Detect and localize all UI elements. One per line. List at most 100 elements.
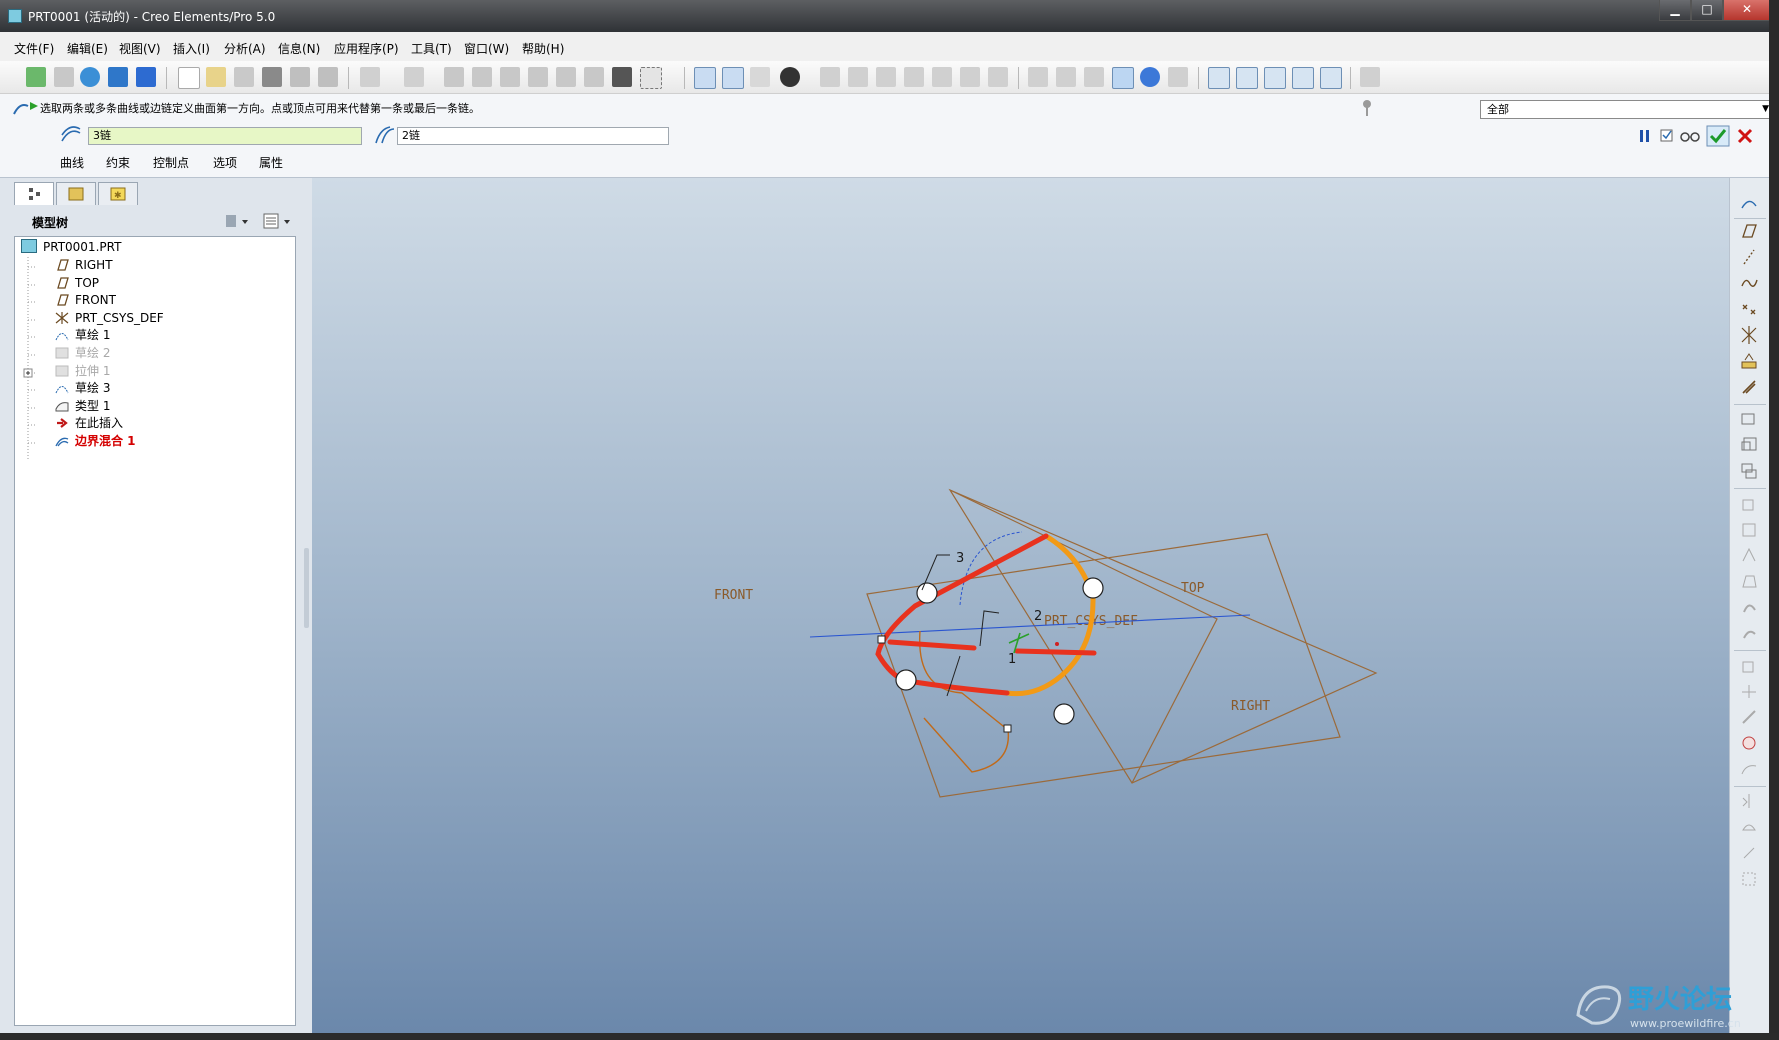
menu-info[interactable]: 信息(N) — [278, 40, 320, 57]
no-hidden-icon[interactable] — [1084, 67, 1104, 87]
model-display-icon[interactable] — [1168, 67, 1188, 87]
first-direction-chains-field[interactable]: 3链 — [88, 127, 362, 145]
round-tool-icon[interactable] — [1740, 624, 1758, 642]
tree-item-type-1[interactable]: 类型 1 — [55, 397, 110, 415]
analysis-tool-icon[interactable] — [1740, 352, 1758, 370]
handle-2[interactable] — [1082, 577, 1104, 599]
merge-tool-icon[interactable] — [1740, 818, 1758, 836]
chain-end-point-1[interactable] — [877, 635, 886, 644]
redo-icon[interactable] — [404, 67, 424, 87]
spin-center-icon[interactable] — [722, 67, 744, 89]
saved-views-icon[interactable] — [932, 67, 952, 87]
tree-item-front[interactable]: FRONT — [55, 291, 116, 309]
copy-icon[interactable] — [472, 67, 492, 87]
csys-toggle-icon[interactable] — [1292, 67, 1314, 89]
group-tool-icon[interactable] — [1740, 462, 1758, 480]
annotation-toggle-icon[interactable] — [1320, 67, 1342, 89]
datum-plane-toggle-icon[interactable] — [1208, 67, 1230, 89]
email-link-icon[interactable] — [318, 67, 338, 87]
curve-tool-icon[interactable] — [1740, 274, 1758, 292]
orient-mode-icon[interactable] — [750, 67, 770, 87]
pause-icon[interactable] — [1637, 128, 1653, 144]
cut-icon[interactable] — [444, 67, 464, 87]
layers-icon[interactable] — [960, 67, 980, 87]
tab-properties[interactable]: 属性 — [259, 154, 283, 171]
menu-analysis[interactable]: 分析(A) — [224, 40, 266, 57]
second-direction-chains-field[interactable]: 2链 — [397, 127, 669, 145]
draft-tool-icon[interactable] — [1740, 656, 1758, 674]
extrude-tool-icon[interactable] — [1740, 494, 1758, 512]
tab-control-points[interactable]: 控制点 — [153, 154, 189, 171]
appearance-icon[interactable] — [780, 67, 800, 87]
undo-icon[interactable] — [360, 67, 380, 87]
copy-tool-icon[interactable] — [1740, 410, 1758, 428]
shell-tool-icon[interactable] — [1740, 708, 1758, 726]
regen-manager-icon[interactable] — [584, 67, 604, 87]
wireframe-icon[interactable] — [1028, 67, 1048, 87]
view-manager-icon[interactable] — [988, 67, 1008, 87]
panel-splitter[interactable] — [302, 178, 312, 1033]
datum-axis-toggle-icon[interactable] — [1236, 67, 1258, 89]
csys-tool-icon[interactable] — [1740, 326, 1758, 344]
regenerate-icon[interactable] — [556, 67, 576, 87]
minimize-button[interactable]: ▁ — [1659, 0, 1691, 21]
sweep-tool-icon[interactable] — [1740, 546, 1758, 564]
show-menu-icon[interactable] — [260, 212, 294, 230]
maximize-button[interactable]: □ — [1691, 0, 1723, 21]
find-icon[interactable] — [612, 67, 632, 87]
tab-options[interactable]: 选项 — [213, 154, 237, 171]
zoom-in-icon[interactable] — [820, 67, 840, 87]
point-tool-icon[interactable] — [1740, 300, 1758, 318]
menu-edit[interactable]: 编辑(E) — [67, 40, 108, 57]
refit-icon[interactable] — [876, 67, 896, 87]
axis-tool-icon[interactable] — [1740, 248, 1758, 266]
menu-tools[interactable]: 工具(T) — [411, 40, 452, 57]
swept-blend-tool-icon[interactable] — [1740, 572, 1758, 590]
handle-4[interactable] — [1053, 703, 1075, 725]
tree-item-sketch-2[interactable]: 草绘 2 — [55, 344, 110, 362]
close-button[interactable]: ✕ — [1723, 0, 1771, 21]
plane-tool-icon[interactable] — [1740, 222, 1758, 240]
tree-item-right[interactable]: RIGHT — [55, 256, 113, 274]
rib-tool-icon[interactable] — [1740, 682, 1758, 700]
tab-model-tree[interactable] — [14, 182, 54, 205]
tree-item-sketch-1[interactable]: 草绘 1 — [55, 326, 110, 344]
context-help-icon[interactable] — [1360, 67, 1380, 87]
repaint-icon[interactable] — [694, 67, 716, 89]
menu-applications[interactable]: 应用程序(P) — [334, 40, 399, 57]
email-icon[interactable] — [290, 67, 310, 87]
sketch-tool-icon[interactable] — [1740, 194, 1758, 212]
tree-item-csys[interactable]: PRT_CSYS_DEF — [55, 309, 164, 327]
tab-constraints[interactable]: 约束 — [106, 154, 130, 171]
print-icon[interactable] — [262, 67, 282, 87]
glasses-preview-icon[interactable] — [1679, 128, 1701, 144]
save-icon[interactable] — [234, 67, 254, 87]
new-file-icon[interactable] — [178, 67, 200, 89]
chain-end-point-2[interactable] — [1003, 724, 1012, 733]
menu-help[interactable]: 帮助(H) — [522, 40, 564, 57]
handle-1[interactable] — [916, 582, 938, 604]
menu-insert[interactable]: 插入(I) — [173, 40, 210, 57]
tree-item-insert-here[interactable]: 在此插入 — [55, 414, 123, 432]
paste-special-icon[interactable] — [528, 67, 548, 87]
shading-icon[interactable] — [1112, 67, 1134, 89]
tree-item-root[interactable]: PRT0001.PRT — [21, 238, 121, 256]
datum-ref-tool-icon[interactable] — [1740, 378, 1758, 396]
tree-item-sketch-3[interactable]: 草绘 3 — [55, 379, 110, 397]
pin-icon[interactable] — [1360, 98, 1374, 118]
model-tree-icon[interactable] — [108, 67, 128, 87]
mirror-tool-icon[interactable] — [1740, 792, 1758, 810]
open-file-icon[interactable] — [206, 67, 226, 87]
trim-tool-icon[interactable] — [1740, 844, 1758, 862]
tree-item-top[interactable]: TOP — [55, 274, 99, 292]
selection-filter-dropdown[interactable]: 全部 ▼ — [1480, 100, 1774, 119]
handle-3[interactable] — [895, 669, 917, 691]
boundary-tool-icon[interactable] — [1740, 760, 1758, 778]
reorient-icon[interactable] — [904, 67, 924, 87]
working-dir-icon[interactable] — [26, 67, 46, 87]
menu-file[interactable]: 文件(F) — [14, 40, 54, 57]
menu-view[interactable]: 视图(V) — [119, 40, 161, 57]
datum-point-toggle-icon[interactable] — [1264, 67, 1286, 89]
graphics-window[interactable]: FRONT TOP RIGHT PRT_CSYS_DEF 3 2 1 — [312, 178, 1729, 1033]
cancel-x-button[interactable] — [1736, 127, 1754, 145]
